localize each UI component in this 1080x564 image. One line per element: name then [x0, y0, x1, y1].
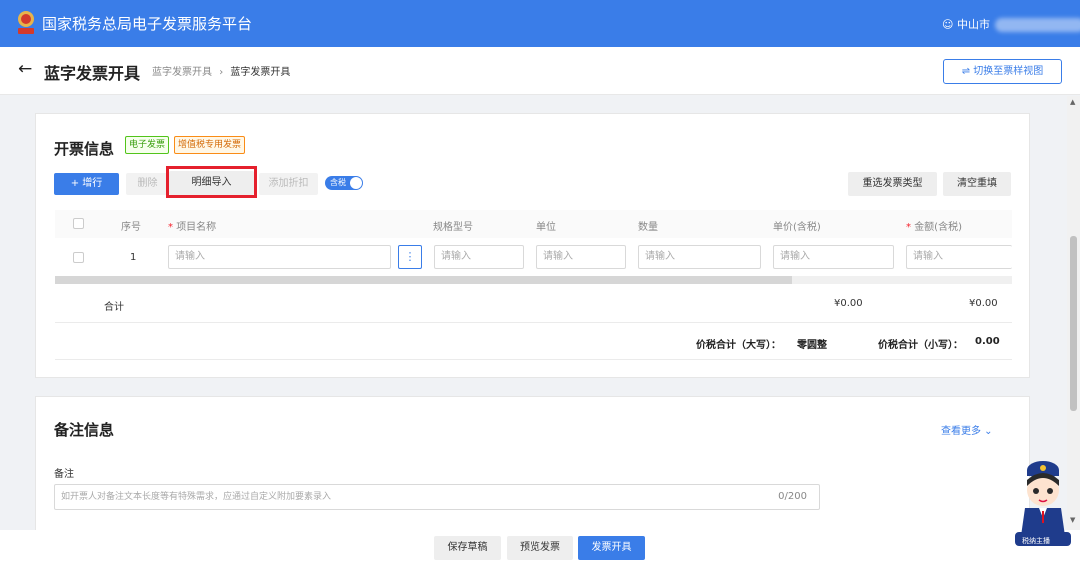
invoice-info-card: 开票信息 电子发票 增值税专用发票 + 增行 删除 明细导入 添加折扣 含税 重… — [35, 113, 1030, 378]
mascot-badge: 税纳主播 — [1022, 537, 1050, 545]
col-unit: 单位 — [536, 222, 556, 233]
required-mark: * — [168, 222, 173, 233]
breadcrumb-parent[interactable]: 蓝字发票开具 — [152, 67, 212, 78]
view-more-link[interactable]: 查看更多 ⌄ — [941, 422, 993, 437]
divider — [55, 322, 1012, 323]
scrollbar-thumb[interactable] — [55, 276, 792, 284]
delete-button[interactable]: 删除 — [126, 173, 169, 195]
scrollbar-thumb[interactable] — [1070, 236, 1077, 411]
divider — [55, 359, 1012, 360]
remarks-title: 备注信息 — [54, 421, 115, 439]
char-counter: 0/200 — [778, 491, 807, 502]
highlight-box — [166, 166, 257, 198]
page-header: ← 蓝字发票开具 蓝字发票开具 › 蓝字发票开具 ⇌ 切换至票样视图 — [0, 47, 1080, 95]
user-label: 中山市 — [956, 18, 990, 31]
row-checkbox[interactable] — [73, 252, 84, 263]
content-area: 开票信息 电子发票 增值税专用发票 + 增行 删除 明细导入 添加折扣 含税 重… — [0, 96, 1067, 530]
sum-upper-value: 零圆整 — [797, 340, 827, 351]
total-amount: ¥0.00 — [969, 298, 998, 309]
reselect-invoice-type-button[interactable]: 重选发票类型 — [848, 172, 937, 196]
add-row-button[interactable]: + 增行 — [54, 173, 119, 195]
tag-vat-special-invoice: 增值税专用发票 — [174, 136, 246, 154]
breadcrumb: 蓝字发票开具 › 蓝字发票开具 — [152, 63, 290, 78]
item-name-input[interactable]: 请输入 — [168, 245, 391, 269]
breadcrumb-current: 蓝字发票开具 — [230, 67, 291, 78]
breadcrumb-separator-icon: › — [219, 67, 224, 78]
preview-invoice-button[interactable]: 预览发票 — [507, 536, 573, 560]
total-label: 合计 — [104, 302, 124, 313]
toggle-label: 含税 — [330, 178, 346, 187]
quantity-input[interactable]: 请输入 — [638, 245, 761, 269]
add-discount-button[interactable]: 添加折扣 — [259, 173, 318, 195]
clear-refill-button[interactable]: 清空重填 — [943, 172, 1011, 196]
unit-input[interactable]: 请输入 — [536, 245, 626, 269]
scroll-up-icon[interactable]: ▲ — [1070, 98, 1075, 106]
select-all-checkbox[interactable] — [73, 218, 84, 229]
more-options-icon[interactable]: ⋮ — [398, 245, 422, 269]
save-draft-button[interactable]: 保存草稿 — [434, 536, 501, 560]
required-mark: * — [906, 222, 911, 233]
sum-lower-value: 0.00 — [975, 336, 1000, 347]
sum-upper-label: 价税合计（大写）： — [696, 340, 781, 351]
col-amount-label: 金额(含税) — [914, 222, 962, 233]
col-amount: * 金额(含税) — [906, 218, 962, 233]
col-item-name: * 项目名称 — [168, 218, 216, 233]
table-horizontal-scrollbar[interactable] — [55, 276, 1012, 284]
switch-to-sample-view-button[interactable]: ⇌ 切换至票样视图 — [943, 59, 1062, 84]
row-index: 1 — [130, 252, 137, 263]
mascot-avatar[interactable] — [1013, 456, 1073, 548]
app-title: 国家税务总局电子发票服务平台 — [42, 15, 253, 33]
unit-price-input[interactable]: 请输入 — [773, 245, 894, 269]
bottom-action-bar: 保存草稿 预览发票 发票开具 — [0, 530, 1080, 564]
total-unit-price: ¥0.00 — [834, 298, 863, 309]
col-item-name-label: 项目名称 — [176, 222, 217, 233]
remarks-textarea[interactable]: 如开票人对备注文本长度等有特殊需求，应通过自定义附加要素录入 0/200 — [54, 484, 820, 510]
amount-input[interactable]: 请输入 — [906, 245, 1012, 269]
col-unit-price: 单价(含税) — [773, 222, 821, 233]
page-title: 蓝字发票开具 — [44, 64, 141, 83]
switch-label: 切换至票样视图 — [973, 66, 1044, 77]
invoice-info-title: 开票信息 — [54, 140, 115, 158]
toggle-knob — [350, 177, 362, 189]
top-header: 国家税务总局电子发票服务平台 ☺ 中山市 — [0, 0, 1080, 47]
user-menu[interactable]: ☺ 中山市 — [942, 16, 1080, 32]
remarks-card: 备注信息 查看更多 ⌄ 备注 如开票人对备注文本长度等有特殊需求，应通过自定义附… — [35, 396, 1030, 530]
col-index: 序号 — [121, 222, 141, 233]
col-spec: 规格型号 — [433, 222, 473, 233]
swap-icon: ⇌ — [961, 66, 971, 77]
issue-invoice-button[interactable]: 发票开具 — [578, 536, 645, 560]
tax-emblem-icon — [18, 11, 34, 34]
remarks-placeholder: 如开票人对备注文本长度等有特殊需求，应通过自定义附加要素录入 — [61, 492, 332, 502]
tag-electronic-invoice: 电子发票 — [125, 136, 170, 154]
remarks-label: 备注 — [54, 469, 74, 480]
col-quantity: 数量 — [638, 222, 658, 233]
user-name-redacted — [995, 18, 1080, 32]
tax-included-toggle[interactable]: 含税 — [325, 176, 363, 190]
table-header: 序号 * 项目名称 规格型号 单位 数量 单价(含税) * 金额(含税) — [55, 210, 1012, 238]
sum-lower-label: 价税合计（小写）： — [878, 340, 963, 351]
spec-input[interactable]: 请输入 — [434, 245, 524, 269]
user-icon: ☺ — [942, 18, 954, 31]
back-arrow-icon[interactable]: ← — [18, 59, 32, 79]
